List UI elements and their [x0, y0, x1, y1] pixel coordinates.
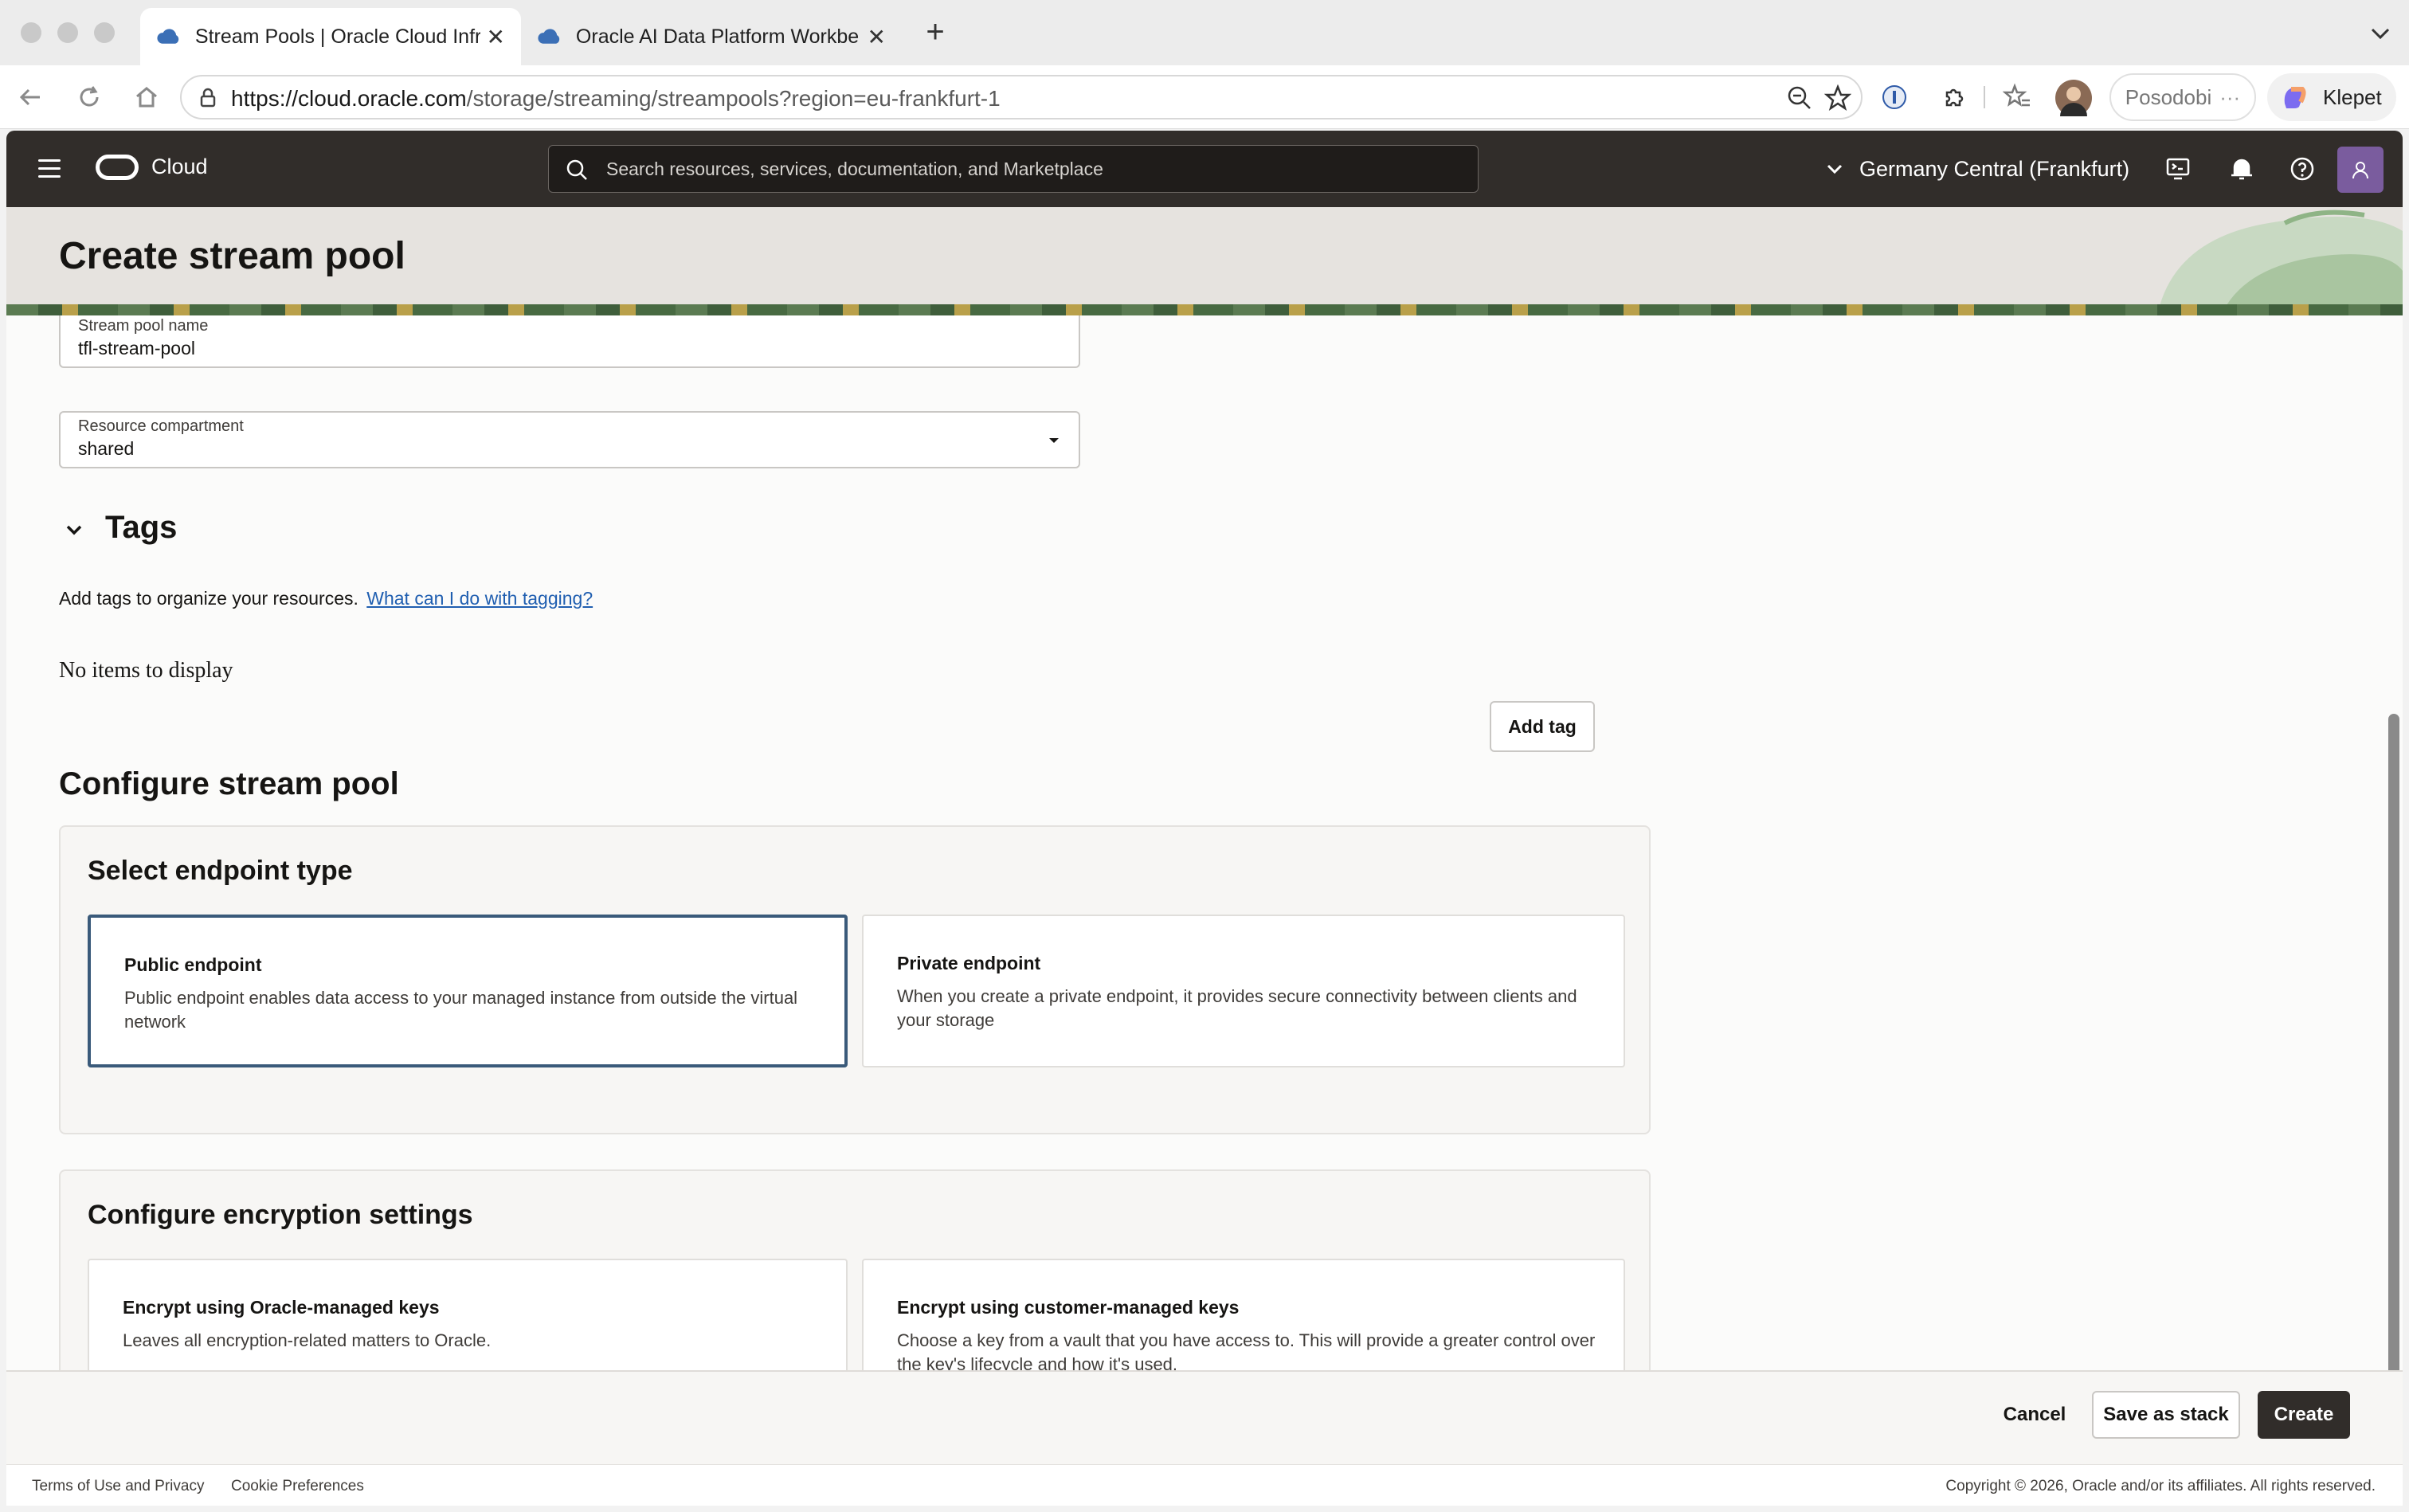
option-description: Choose a key from a vault that you have …	[897, 1330, 1596, 1370]
option-title: Private endpoint	[897, 953, 1041, 973]
close-tab-icon[interactable]: ✕	[487, 24, 505, 50]
save-as-stack-button[interactable]: Save as stack	[2092, 1391, 2240, 1439]
configure-heading: Configure stream pool	[59, 766, 399, 801]
region-selector[interactable]: Germany Central (Frankfurt)	[1823, 131, 2129, 207]
menu-icon[interactable]	[38, 159, 61, 178]
browser-toolbar: https://cloud.oracle.com/storage/streami…	[0, 65, 2409, 129]
tags-heading[interactable]: Tags	[105, 510, 177, 546]
terms-link[interactable]: Terms of Use and Privacy	[32, 1478, 204, 1495]
oracle-managed-keys-option[interactable]: Encrypt using Oracle-managed keys Leaves…	[88, 1259, 848, 1370]
home-icon[interactable]	[131, 81, 163, 113]
url-host: https://cloud.oracle.com	[231, 86, 467, 111]
page-title: Create stream pool	[59, 235, 405, 277]
window-close-button[interactable]	[21, 22, 41, 43]
toolbar-divider	[1984, 86, 1985, 108]
oci-top-nav: Cloud Search resources, services, docume…	[6, 131, 2403, 207]
global-search-input[interactable]: Search resources, services, documentatio…	[548, 145, 1479, 193]
option-title: Encrypt using customer-managed keys	[897, 1297, 1240, 1318]
extensions-icon[interactable]	[1939, 83, 1968, 112]
cancel-button[interactable]: Cancel	[1988, 1391, 2081, 1439]
zoom-out-icon[interactable]	[1786, 84, 1813, 112]
banner-decoration	[6, 304, 2403, 315]
copyright-text: Copyright © 2026, Oracle and/or its affi…	[1945, 1478, 2376, 1494]
chevron-down-icon[interactable]	[62, 518, 86, 542]
chevron-down-icon[interactable]	[2364, 18, 2396, 49]
tagging-help-link[interactable]: What can I do with tagging?	[366, 588, 593, 609]
back-arrow-icon[interactable]	[14, 81, 46, 113]
stream-pool-name-field[interactable]: Stream pool name tfl-stream-pool	[59, 315, 1080, 368]
tab-stream-pools[interactable]: Stream Pools | Oracle Cloud Infr ✕	[140, 8, 521, 65]
field-value: shared	[78, 438, 135, 459]
chevron-down-icon	[1827, 164, 1843, 174]
tab-ai-data-platform[interactable]: Oracle AI Data Platform Workbe ✕	[521, 8, 902, 65]
star-icon[interactable]	[1824, 84, 1851, 112]
decorative-leaf-icon	[2157, 210, 2403, 315]
user-avatar[interactable]	[2055, 80, 2092, 116]
close-tab-icon[interactable]: ✕	[868, 24, 886, 50]
more-icon: ···	[2219, 84, 2241, 109]
password-manager-icon[interactable]	[1880, 83, 1909, 112]
endpoint-card: Select endpoint type Public endpoint Pub…	[59, 825, 1651, 1134]
field-label: Resource compartment	[78, 417, 244, 435]
url-text: https://cloud.oracle.com/storage/streami…	[231, 86, 1001, 112]
tab-title: Oracle AI Data Platform Workbe	[575, 25, 860, 48]
help-icon[interactable]	[2286, 153, 2318, 185]
cloud-favicon-icon	[538, 29, 560, 44]
oracle-logo-icon[interactable]	[96, 155, 139, 180]
update-label: Posodobi	[2125, 84, 2212, 109]
form-action-bar: Cancel Save as stack Create	[6, 1370, 2403, 1464]
dropdown-caret-icon	[1049, 438, 1059, 443]
search-icon	[566, 159, 587, 180]
tags-help: Add tags to organize your resources. Wha…	[59, 588, 593, 609]
option-description: When you create a private endpoint, it p…	[897, 986, 1577, 1030]
option-title: Public endpoint	[124, 954, 262, 975]
new-tab-button[interactable]: +	[916, 14, 954, 53]
browser-tab-bar: Stream Pools | Oracle Cloud Infr ✕ Oracl…	[0, 0, 2409, 65]
encryption-heading: Configure encryption settings	[88, 1200, 473, 1230]
tags-help-text: Add tags to organize your resources.	[59, 588, 358, 609]
resource-compartment-select[interactable]: Resource compartment shared	[59, 411, 1080, 468]
window-zoom-button[interactable]	[94, 22, 115, 43]
cloud-favicon-icon	[157, 29, 179, 44]
field-label: Stream pool name	[78, 317, 209, 335]
legal-footer: Terms of Use and Privacy Cookie Preferen…	[6, 1464, 2403, 1506]
search-placeholder: Search resources, services, documentatio…	[606, 159, 1103, 179]
option-description: Public endpoint enables data access to y…	[124, 988, 798, 1032]
option-title: Encrypt using Oracle-managed keys	[123, 1297, 440, 1318]
reload-icon[interactable]	[73, 81, 105, 113]
copilot-icon	[2284, 87, 2306, 108]
add-tag-button[interactable]: Add tag	[1490, 701, 1595, 752]
favorites-icon[interactable]	[2003, 83, 2031, 112]
tab-title: Stream Pools | Oracle Cloud Infr	[194, 25, 480, 48]
address-bar[interactable]: https://cloud.oracle.com/storage/streami…	[180, 75, 1863, 119]
region-label: Germany Central (Frankfurt)	[1859, 156, 2130, 181]
field-value: tfl-stream-pool	[78, 338, 195, 358]
page-header: Create stream pool	[6, 207, 2403, 315]
tags-empty-text: No items to display	[59, 658, 233, 683]
site-info-icon[interactable]	[196, 86, 220, 110]
customer-managed-keys-option[interactable]: Encrypt using customer-managed keys Choo…	[862, 1259, 1625, 1370]
create-button[interactable]: Create	[2258, 1391, 2350, 1439]
copilot-button[interactable]: Klepet	[2267, 73, 2396, 121]
form-scroll-area[interactable]: Stream pool name tfl-stream-pool Resourc…	[6, 315, 2403, 1370]
cookie-preferences-link[interactable]: Cookie Preferences	[231, 1478, 364, 1495]
window-minimize-button[interactable]	[57, 22, 78, 43]
cloud-shell-icon[interactable]	[2162, 153, 2194, 185]
scrollbar[interactable]	[2388, 714, 2399, 1370]
url-path: /storage/streaming/streampools?region=eu…	[466, 86, 1001, 111]
copilot-label: Klepet	[2323, 84, 2382, 109]
endpoint-heading: Select endpoint type	[88, 856, 353, 886]
brand-label[interactable]: Cloud	[151, 155, 208, 179]
profile-icon[interactable]	[2337, 147, 2384, 193]
encryption-card: Configure encryption settings Encrypt us…	[59, 1169, 1651, 1370]
option-description: Leaves all encryption-related matters to…	[123, 1330, 492, 1350]
update-button[interactable]: Posodobi ···	[2109, 73, 2256, 121]
notifications-bell-icon[interactable]	[2226, 153, 2258, 185]
private-endpoint-option[interactable]: Private endpoint When you create a priva…	[862, 915, 1625, 1067]
public-endpoint-option[interactable]: Public endpoint Public endpoint enables …	[88, 915, 848, 1067]
